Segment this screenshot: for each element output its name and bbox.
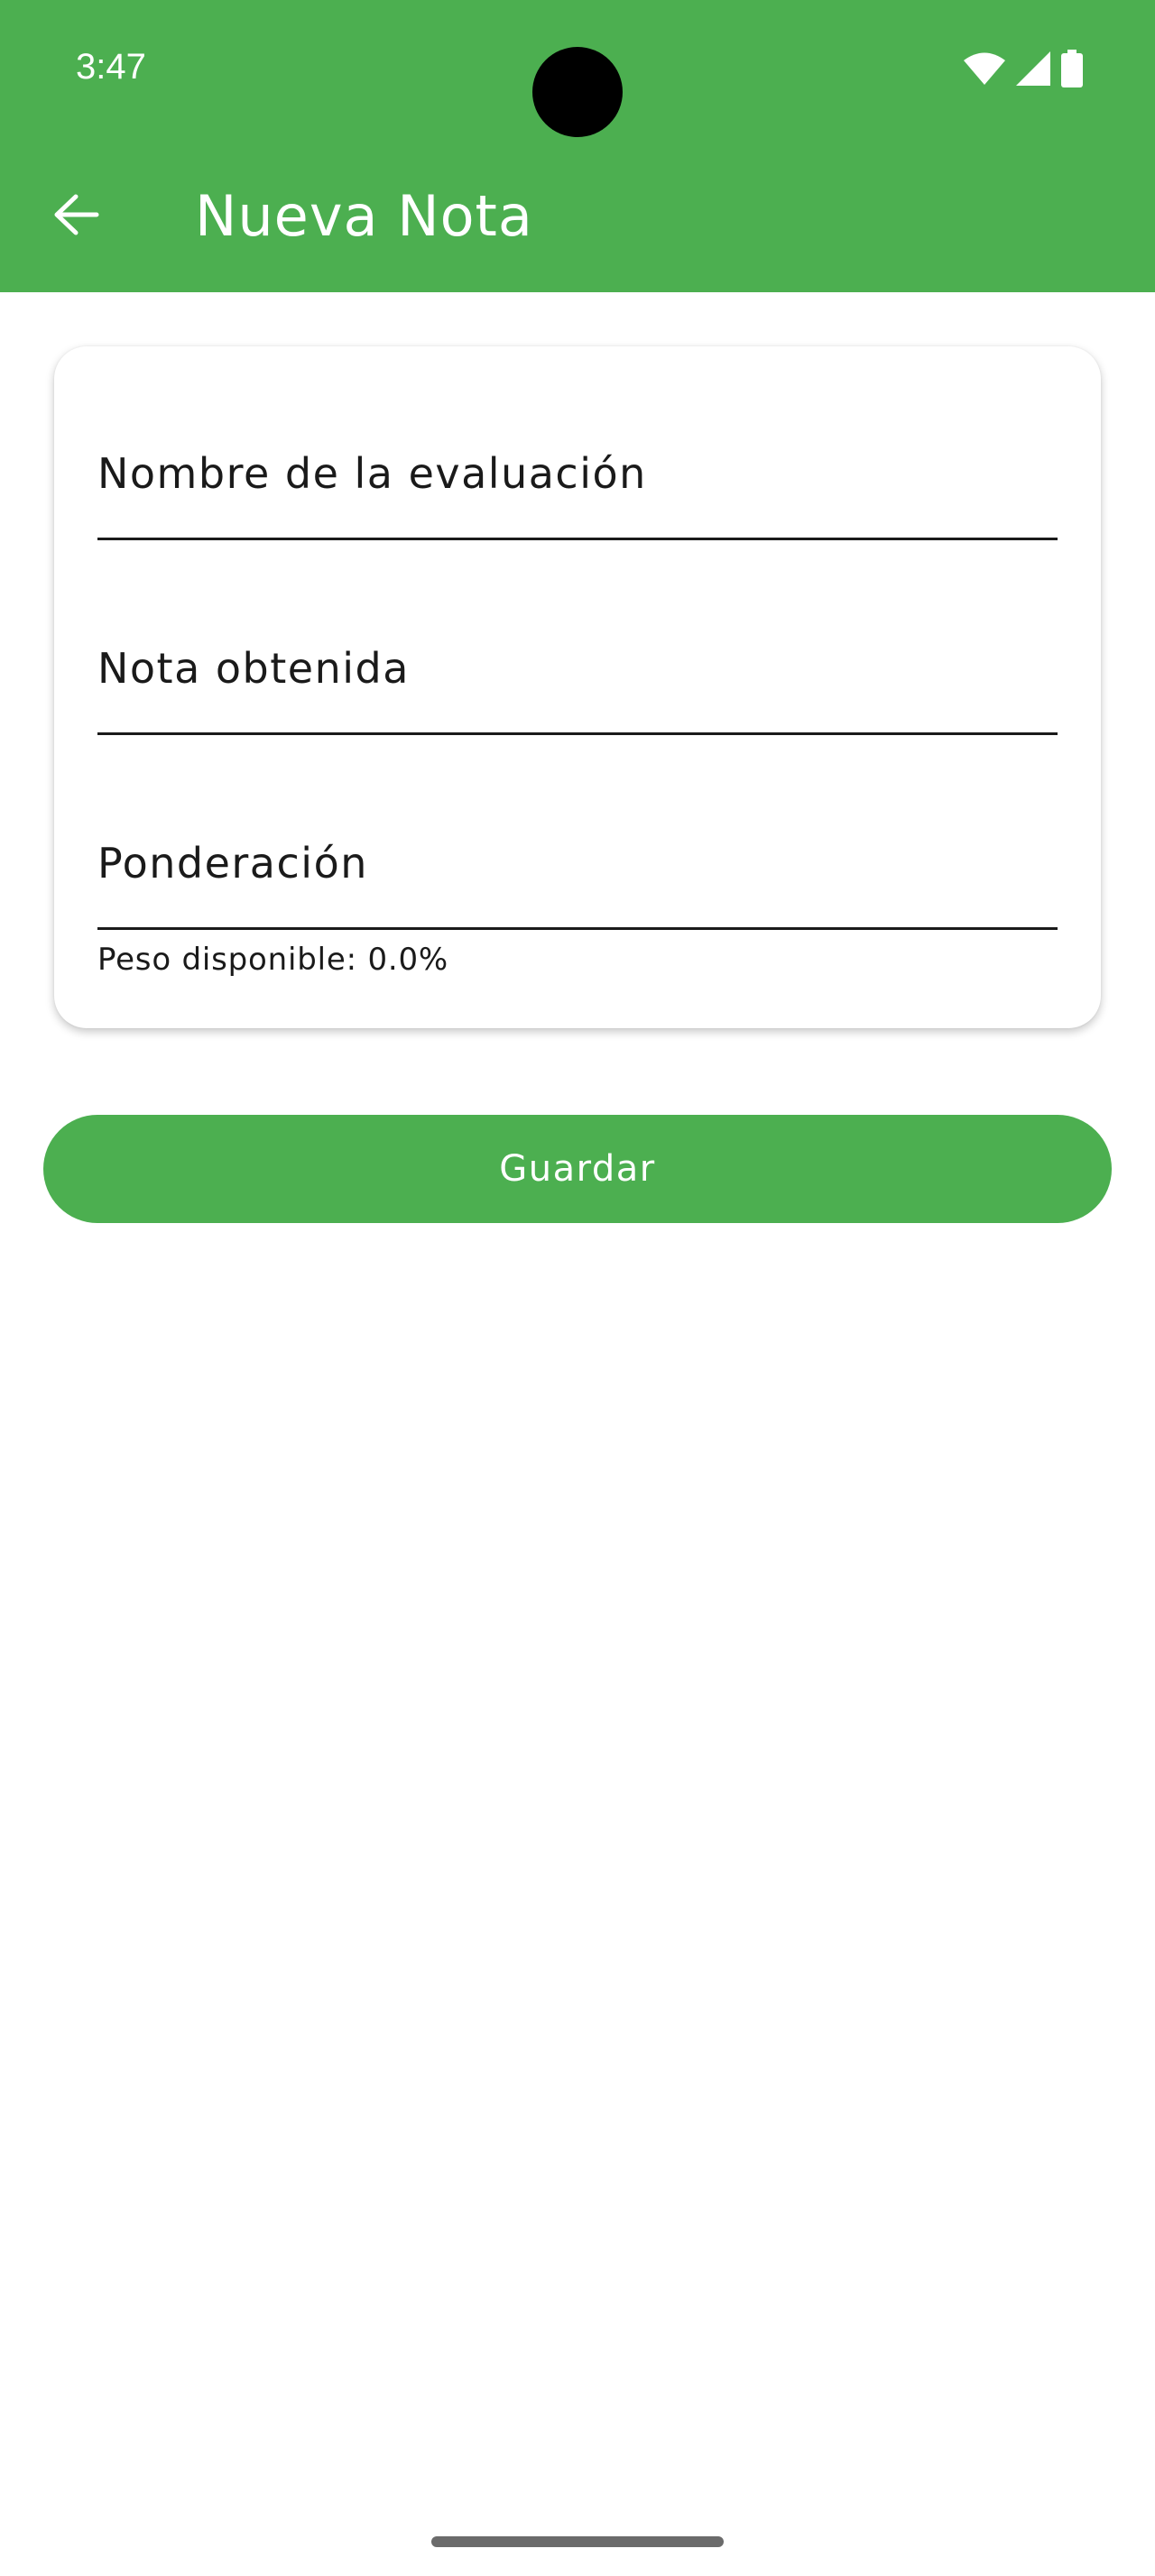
page-title: Nueva Nota xyxy=(195,183,533,249)
grade-field[interactable]: Nota obtenida xyxy=(97,538,1058,735)
wifi-icon xyxy=(964,52,1005,88)
arrow-left-icon xyxy=(52,193,99,240)
camera-cutout xyxy=(532,47,623,137)
note-form-card: Nombre de la evaluación Nota obtenida Po… xyxy=(54,346,1101,1028)
evaluation-name-label: Nombre de la evaluación xyxy=(97,449,647,498)
grade-label: Nota obtenida xyxy=(97,644,410,693)
back-button[interactable] xyxy=(36,177,116,256)
weight-label: Ponderación xyxy=(97,839,368,888)
available-weight-helper: Peso disponible: 0.0% xyxy=(97,942,449,978)
weight-field[interactable]: Ponderación xyxy=(97,732,1058,930)
status-icons xyxy=(964,50,1083,91)
home-indicator[interactable] xyxy=(431,2536,724,2547)
save-button[interactable]: Guardar xyxy=(43,1115,1112,1223)
battery-icon xyxy=(1061,50,1083,91)
status-time: 3:47 xyxy=(76,47,146,87)
app-bar: 3:47 Nueva Nota xyxy=(0,0,1155,292)
signal-icon xyxy=(1016,51,1050,89)
evaluation-name-field[interactable]: Nombre de la evaluación xyxy=(97,346,1058,540)
